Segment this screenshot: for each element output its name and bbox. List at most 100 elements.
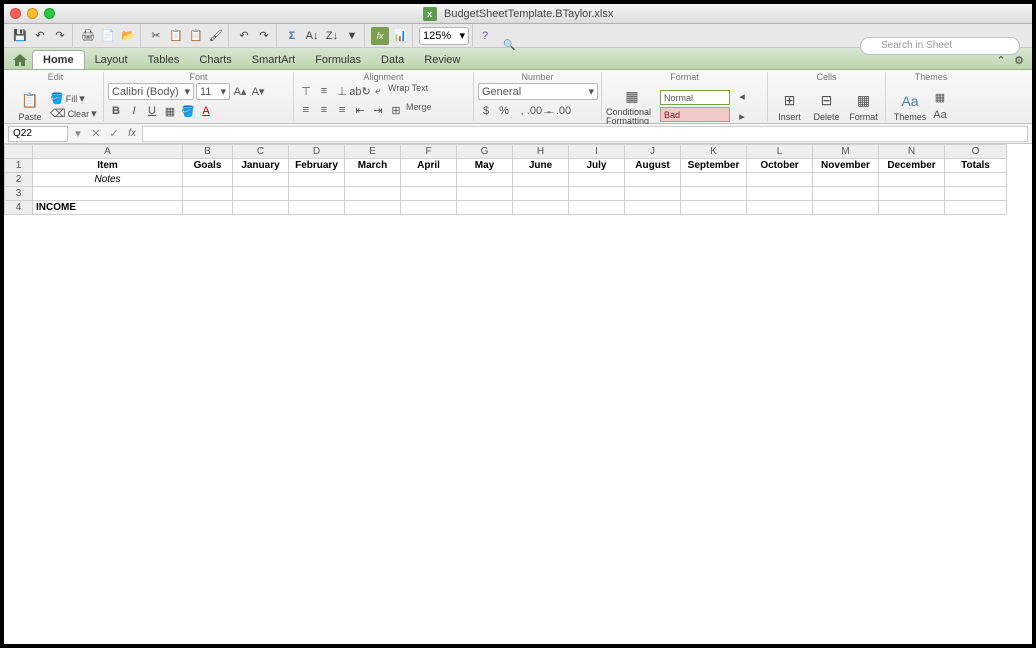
tab-review[interactable]: Review	[414, 51, 470, 69]
sum-icon[interactable]: Σ	[283, 27, 301, 45]
cell-H3[interactable]	[513, 187, 569, 201]
cell-N2[interactable]	[879, 173, 945, 187]
open-icon[interactable]: 📂	[119, 27, 137, 45]
align-center-icon[interactable]: ≡	[316, 102, 332, 118]
col-header-H[interactable]: H	[513, 145, 569, 159]
decrease-decimal-icon[interactable]: ←.00	[550, 103, 566, 119]
cell-K4[interactable]	[681, 201, 747, 215]
zoom-select[interactable]: 125%▾	[419, 27, 469, 45]
align-middle-icon[interactable]: ≡	[316, 83, 332, 99]
cell-L4[interactable]	[747, 201, 813, 215]
font-size-select[interactable]: 11▾	[196, 83, 230, 100]
col-header-K[interactable]: K	[681, 145, 747, 159]
col-header-M[interactable]: M	[813, 145, 879, 159]
row-header-3[interactable]: 3	[5, 187, 33, 201]
redo2-icon[interactable]: ↷	[255, 27, 273, 45]
select-all-corner[interactable]	[5, 145, 33, 159]
cell-F3[interactable]	[401, 187, 457, 201]
home-icon[interactable]	[12, 53, 28, 67]
cell-O3[interactable]	[945, 187, 1007, 201]
cell-A1[interactable]: Item	[33, 159, 183, 173]
cell-I1[interactable]: July	[569, 159, 625, 173]
cell-L2[interactable]	[747, 173, 813, 187]
name-box[interactable]: Q22	[8, 126, 68, 142]
cell-E2[interactable]	[345, 173, 401, 187]
cell-E1[interactable]: March	[345, 159, 401, 173]
align-right-icon[interactable]: ≡	[334, 102, 350, 118]
cell-C3[interactable]	[233, 187, 289, 201]
col-header-J[interactable]: J	[625, 145, 681, 159]
cell-A4[interactable]: INCOME	[33, 201, 183, 215]
font-name-select[interactable]: Calibri (Body)▾	[108, 83, 194, 100]
cell-D1[interactable]: February	[289, 159, 345, 173]
merge-button[interactable]: ⊞	[388, 102, 404, 118]
orientation-icon[interactable]: ab↻	[352, 83, 368, 99]
currency-icon[interactable]: $	[478, 103, 494, 119]
italic-button[interactable]: I	[126, 103, 142, 119]
col-header-C[interactable]: C	[233, 145, 289, 159]
theme-fonts-button[interactable]: Aa	[932, 107, 948, 123]
grow-font-icon[interactable]: A▴	[232, 83, 248, 99]
style-prev-icon[interactable]: ◂	[734, 88, 750, 104]
cell-A2[interactable]: Notes	[33, 173, 183, 187]
border-button[interactable]: ▦	[162, 103, 178, 119]
redo-icon[interactable]: ↷	[51, 27, 69, 45]
tab-smartart[interactable]: SmartArt	[242, 51, 305, 69]
format-cells-button[interactable]: ▦Format	[846, 83, 881, 129]
col-header-F[interactable]: F	[401, 145, 457, 159]
cell-G2[interactable]	[457, 173, 513, 187]
cell-K1[interactable]: September	[681, 159, 747, 173]
cell-M4[interactable]	[813, 201, 879, 215]
delete-button[interactable]: ⊟Delete	[809, 83, 844, 129]
fx-icon[interactable]: fx	[371, 27, 389, 45]
save-icon[interactable]: 💾	[11, 27, 29, 45]
cell-E4[interactable]	[345, 201, 401, 215]
fill-color-button[interactable]: 🪣	[180, 103, 196, 119]
tab-layout[interactable]: Layout	[85, 51, 138, 69]
col-header-A[interactable]: A	[33, 145, 183, 159]
cell-H2[interactable]	[513, 173, 569, 187]
sort-asc-icon[interactable]: A↓	[303, 27, 321, 45]
clear-button[interactable]: ⌫Clear▾	[50, 107, 97, 120]
window-zoom-button[interactable]	[44, 8, 55, 19]
filter-icon[interactable]: ▼	[343, 27, 361, 45]
paste-button[interactable]: 📋 Paste	[12, 83, 48, 129]
percent-icon[interactable]: %	[496, 103, 512, 119]
cell-F4[interactable]	[401, 201, 457, 215]
tab-formulas[interactable]: Formulas	[305, 51, 371, 69]
cell-E3[interactable]	[345, 187, 401, 201]
cell-O2[interactable]	[945, 173, 1007, 187]
col-header-D[interactable]: D	[289, 145, 345, 159]
cell-I4[interactable]	[569, 201, 625, 215]
cell-M2[interactable]	[813, 173, 879, 187]
cell-G1[interactable]: May	[457, 159, 513, 173]
style-bad[interactable]: Bad	[660, 107, 730, 122]
cell-G4[interactable]	[457, 201, 513, 215]
cell-B3[interactable]	[183, 187, 233, 201]
cell-B1[interactable]: Goals	[183, 159, 233, 173]
cell-I2[interactable]	[569, 173, 625, 187]
fx-button[interactable]: fx	[124, 126, 140, 142]
cell-N1[interactable]: December	[879, 159, 945, 173]
cell-N4[interactable]	[879, 201, 945, 215]
cell-J1[interactable]: August	[625, 159, 681, 173]
cell-K3[interactable]	[681, 187, 747, 201]
tab-data[interactable]: Data	[371, 51, 414, 69]
paste-icon[interactable]: 📋	[187, 27, 205, 45]
sort-desc-icon[interactable]: Z↓	[323, 27, 341, 45]
fill-button[interactable]: 🪣Fill▾	[50, 92, 97, 105]
cell-C1[interactable]: January	[233, 159, 289, 173]
col-header-E[interactable]: E	[345, 145, 401, 159]
insert-button[interactable]: ⊞Insert	[772, 83, 807, 129]
formula-input[interactable]	[142, 126, 1028, 142]
name-box-dropdown-icon[interactable]: ▾	[70, 126, 86, 142]
cell-O4[interactable]	[945, 201, 1007, 215]
underline-button[interactable]: U	[144, 103, 160, 119]
conditional-formatting-button[interactable]: ▦ Conditional Formatting	[606, 83, 658, 129]
cell-F1[interactable]: April	[401, 159, 457, 173]
row-header-2[interactable]: 2	[5, 173, 33, 187]
cell-H4[interactable]	[513, 201, 569, 215]
row-header-4[interactable]: 4	[5, 201, 33, 215]
align-top-icon[interactable]: ⊤	[298, 83, 314, 99]
col-header-B[interactable]: B	[183, 145, 233, 159]
